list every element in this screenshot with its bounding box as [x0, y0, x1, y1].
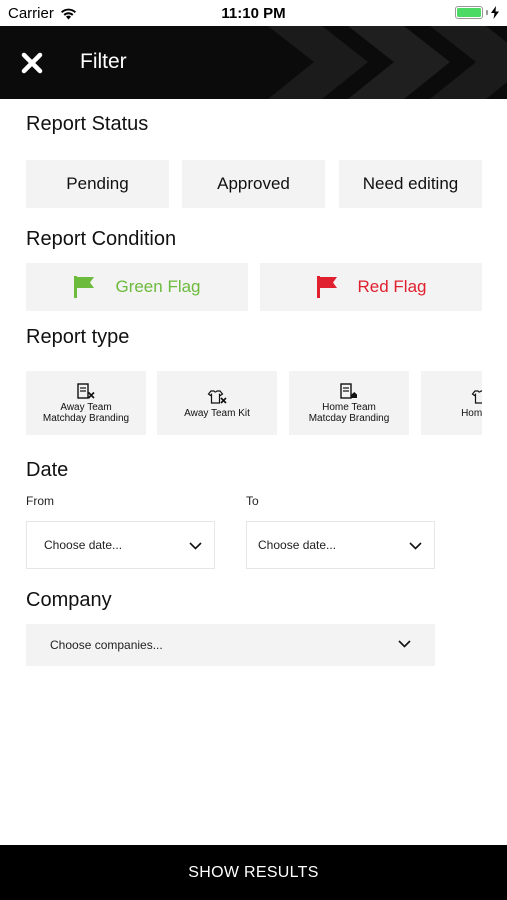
red-flag-button[interactable]: Red Flag — [260, 263, 482, 311]
report-type-label: Home Team Matcday Branding — [308, 402, 390, 424]
date-title: Date — [26, 459, 69, 481]
company-title: Company — [26, 589, 112, 611]
status-pending-button[interactable]: Pending — [26, 160, 169, 208]
board-away-icon — [77, 383, 95, 399]
report-type-home-team-kit[interactable]: Home Te — [421, 371, 482, 435]
report-type-label: Home Te — [461, 407, 482, 419]
to-date-select[interactable]: Choose date... — [246, 521, 435, 569]
green-flag-icon — [74, 276, 95, 298]
from-date-placeholder: Choose date... — [44, 538, 123, 552]
chevron-down-icon — [189, 542, 202, 550]
report-type-away-matchday-branding[interactable]: Away Team Matchday Branding — [26, 371, 146, 435]
to-label: To — [246, 494, 259, 508]
from-label: From — [26, 494, 54, 508]
red-flag-label: Red Flag — [357, 277, 427, 296]
charging-bolt-icon — [491, 6, 499, 19]
chevron-down-icon — [398, 640, 411, 648]
header-chevron-pattern — [268, 26, 507, 99]
page-title: Filter — [80, 50, 127, 73]
report-status-title: Report Status — [26, 113, 149, 135]
battery-icon — [455, 6, 483, 19]
board-home-icon — [340, 383, 357, 399]
close-icon[interactable] — [18, 49, 46, 77]
report-type-label: Away Team Kit — [184, 407, 250, 419]
header: Filter — [0, 26, 507, 99]
status-time: 11:10 PM — [221, 5, 286, 22]
report-type-label: Away Team Matchday Branding — [42, 402, 130, 424]
report-type-away-team-kit[interactable]: Away Team Kit — [157, 371, 277, 435]
shirt-away-icon — [207, 389, 227, 404]
green-flag-label: Green Flag — [115, 277, 201, 296]
green-flag-button[interactable]: Green Flag — [26, 263, 248, 311]
shirt-home-icon — [471, 389, 482, 404]
battery — [455, 6, 499, 19]
report-condition-title: Report Condition — [26, 228, 177, 250]
company-placeholder: Choose companies... — [50, 638, 163, 652]
red-flag-icon — [316, 276, 337, 298]
report-type-title: Report type — [26, 326, 130, 348]
status-approved-button[interactable]: Approved — [182, 160, 325, 208]
status-need-editing-button[interactable]: Need editing — [339, 160, 482, 208]
status-bar: Carrier 11:10 PM — [0, 0, 507, 26]
report-type-carousel[interactable]: Away Team Matchday Branding Away Team Ki… — [26, 371, 482, 435]
chevron-down-icon — [409, 542, 422, 550]
company-select[interactable]: Choose companies... — [26, 624, 435, 666]
from-date-select[interactable]: Choose date... — [26, 521, 215, 569]
show-results-button[interactable]: SHOW RESULTS — [0, 845, 507, 900]
to-date-placeholder: Choose date... — [258, 538, 337, 552]
report-type-home-matchday-branding[interactable]: Home Team Matcday Branding — [289, 371, 409, 435]
